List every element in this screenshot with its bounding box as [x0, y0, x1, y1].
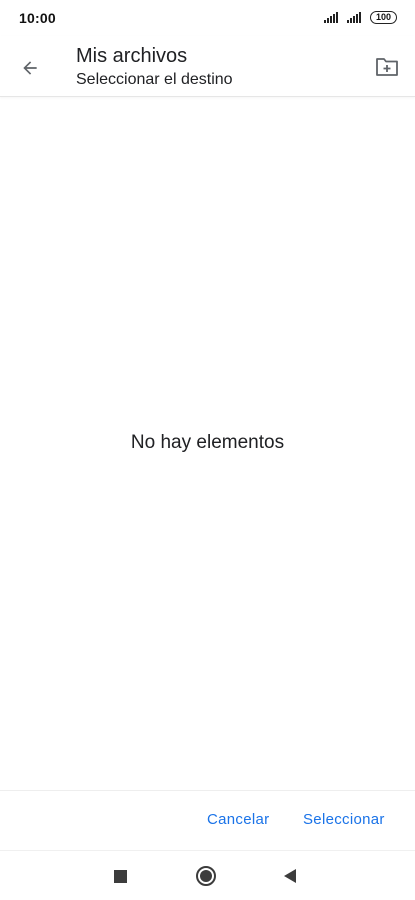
cancel-button[interactable]: Cancelar — [207, 811, 269, 828]
empty-state-message: No hay elementos — [130, 432, 285, 453]
app-bar: Mis archivos Seleccionar el destino — [0, 36, 415, 97]
home-icon-inner — [200, 870, 212, 882]
home-icon[interactable] — [196, 866, 216, 886]
select-button[interactable]: Seleccionar — [303, 811, 385, 828]
status-bar: 10:00 100 — [0, 0, 415, 36]
battery-level: 100 — [375, 12, 392, 22]
action-bar: Cancelar Seleccionar — [0, 790, 415, 850]
back-triangle-icon[interactable] — [284, 869, 296, 883]
navigation-bar — [0, 850, 415, 900]
recents-icon[interactable] — [114, 870, 127, 883]
status-icons: 100 — [324, 11, 397, 24]
battery-icon: 100 — [370, 11, 397, 24]
page-title: Mis archivos — [76, 45, 188, 67]
signal-icon — [324, 12, 338, 23]
screen: 10:00 100 Mis archivos Seleccionar el de… — [0, 0, 415, 900]
arrow-back-icon — [23, 61, 37, 75]
new-folder-icon — [376, 58, 398, 76]
new-folder-button[interactable] — [371, 53, 403, 81]
signal-icon — [347, 12, 361, 23]
back-button[interactable] — [14, 52, 46, 84]
status-time: 10:00 — [19, 10, 56, 26]
page-subtitle: Seleccionar el destino — [76, 71, 233, 88]
